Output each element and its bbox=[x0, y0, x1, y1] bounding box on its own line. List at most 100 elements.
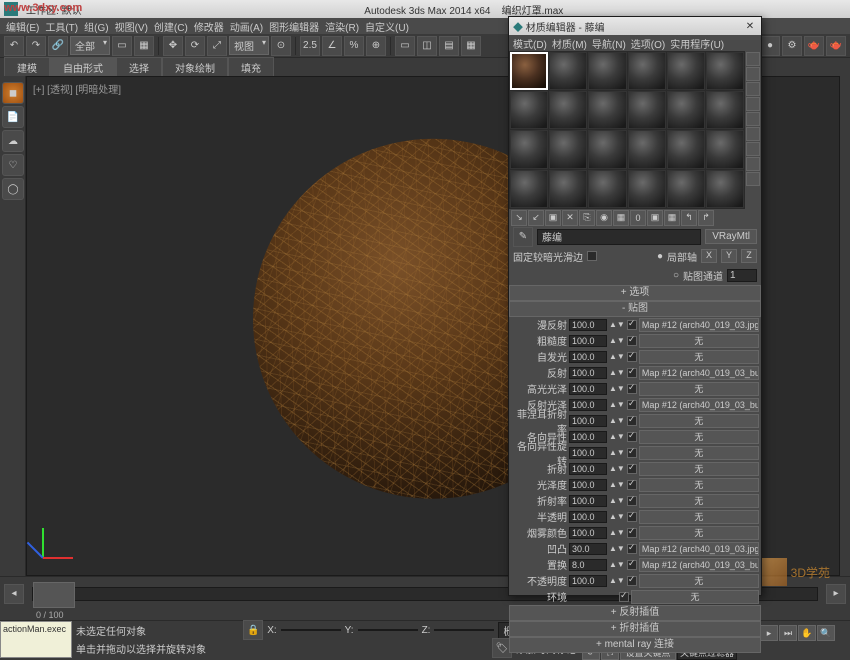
map-amount[interactable]: 100.0 bbox=[569, 575, 607, 587]
mat-menu-material[interactable]: 材质(M) bbox=[550, 36, 589, 51]
tab-modeling[interactable]: 建模 bbox=[4, 57, 50, 78]
map-amount[interactable]: 100.0 bbox=[569, 511, 607, 523]
align-icon[interactable]: ▤ bbox=[439, 36, 459, 56]
swatch[interactable] bbox=[549, 130, 587, 168]
map-amount[interactable]: 100.0 bbox=[569, 351, 607, 363]
viewport-label[interactable]: [+] [透视] [明暗处理] bbox=[33, 81, 121, 96]
scale-icon[interactable]: ⤢ bbox=[207, 36, 227, 56]
map-amount[interactable]: 100.0 bbox=[569, 399, 607, 411]
map-enable-check[interactable] bbox=[627, 320, 637, 330]
close-icon[interactable]: ✕ bbox=[743, 21, 757, 32]
menu-custom[interactable]: 自定义(U) bbox=[363, 19, 411, 34]
redo-icon[interactable]: ↷ bbox=[26, 36, 46, 56]
map-enable-check[interactable] bbox=[619, 592, 629, 602]
map-enable-check[interactable] bbox=[627, 400, 637, 410]
material-name-input[interactable] bbox=[537, 229, 701, 245]
coord-y[interactable] bbox=[358, 629, 418, 631]
maxscript-listener[interactable]: actionMan.exec bbox=[0, 621, 72, 658]
spinner-snap-icon[interactable]: ⊕ bbox=[366, 36, 386, 56]
mat-id-icon[interactable]: 0 bbox=[630, 210, 646, 226]
mat-menu-nav[interactable]: 导航(N) bbox=[590, 36, 628, 51]
section-refr-interp[interactable]: + 折射插值 bbox=[509, 621, 761, 637]
snap-icon[interactable]: 2.5 bbox=[300, 36, 320, 56]
map-amount[interactable]: 30.0 bbox=[569, 543, 607, 555]
map-slot-button[interactable]: Map #12 (arch40_019_03_bump.jpg) bbox=[639, 558, 759, 572]
swatch[interactable] bbox=[549, 91, 587, 129]
map-enable-check[interactable] bbox=[627, 384, 637, 394]
tab-freeform[interactable]: 自由形式 bbox=[50, 57, 116, 78]
axis-z-btn[interactable]: Z bbox=[741, 249, 757, 263]
map-slot-button[interactable]: 无 bbox=[639, 334, 759, 348]
section-maps[interactable]: - 贴图 bbox=[509, 301, 761, 317]
swatch-0[interactable] bbox=[510, 52, 548, 90]
link-icon[interactable]: 🔗 bbox=[48, 36, 68, 56]
fixed-dark-check[interactable] bbox=[587, 251, 597, 261]
menu-group[interactable]: 组(G) bbox=[82, 19, 110, 34]
show-end-icon[interactable]: ▦ bbox=[664, 210, 680, 226]
map-enable-check[interactable] bbox=[627, 496, 637, 506]
map-enable-check[interactable] bbox=[627, 528, 637, 538]
backlight-icon[interactable] bbox=[746, 67, 760, 81]
nav-zoom-icon[interactable]: 🔍 bbox=[817, 625, 835, 641]
swatch[interactable] bbox=[549, 52, 587, 90]
material-editor-icon[interactable]: ● bbox=[760, 36, 780, 56]
menu-render[interactable]: 渲染(R) bbox=[323, 19, 361, 34]
menu-modifiers[interactable]: 修改器 bbox=[192, 19, 226, 34]
layers-icon[interactable]: ▦ bbox=[461, 36, 481, 56]
pick-material-icon[interactable]: ✎ bbox=[513, 227, 533, 247]
move-icon[interactable]: ✥ bbox=[163, 36, 183, 56]
swatch[interactable] bbox=[588, 52, 626, 90]
material-type-button[interactable]: VRayMtl bbox=[705, 229, 757, 244]
angle-snap-icon[interactable]: ∠ bbox=[322, 36, 342, 56]
swatch[interactable] bbox=[628, 170, 666, 208]
menu-tools[interactable]: 工具(T) bbox=[43, 19, 80, 34]
map-enable-check[interactable] bbox=[627, 416, 637, 426]
swatch[interactable] bbox=[667, 170, 705, 208]
map-amount[interactable]: 100.0 bbox=[569, 367, 607, 379]
menu-edit[interactable]: 编辑(E) bbox=[4, 19, 41, 34]
map-slot-button[interactable]: 无 bbox=[639, 510, 759, 524]
map-slot-button[interactable]: 无 bbox=[631, 590, 759, 604]
map-amount[interactable]: 100.0 bbox=[569, 527, 607, 539]
menu-view[interactable]: 视图(V) bbox=[113, 19, 150, 34]
heart-icon[interactable]: ♡ bbox=[2, 154, 24, 176]
select-name-icon[interactable]: ▦ bbox=[134, 36, 154, 56]
swatch[interactable] bbox=[588, 130, 626, 168]
map-enable-check[interactable] bbox=[627, 560, 637, 570]
select-icon[interactable]: ▭ bbox=[112, 36, 132, 56]
map-enable-check[interactable] bbox=[627, 512, 637, 522]
map-slot-button[interactable]: 无 bbox=[639, 574, 759, 588]
mat-editor-titlebar[interactable]: ◆ 材质编辑器 - 藤编 ✕ bbox=[509, 17, 761, 35]
swatch[interactable] bbox=[510, 91, 548, 129]
swatch[interactable] bbox=[588, 91, 626, 129]
map-slot-button[interactable]: Map #12 (arch40_019_03_bump.jpg) bbox=[639, 366, 759, 380]
rotate-icon[interactable]: ⟳ bbox=[185, 36, 205, 56]
swatch[interactable] bbox=[588, 170, 626, 208]
map-amount[interactable]: 100.0 bbox=[569, 431, 607, 443]
menu-create[interactable]: 创建(C) bbox=[152, 19, 190, 34]
tab-selection[interactable]: 选择 bbox=[116, 57, 162, 78]
matmap-nav-icon[interactable] bbox=[746, 172, 760, 186]
map-enable-check[interactable] bbox=[627, 432, 637, 442]
map-enable-check[interactable] bbox=[627, 464, 637, 474]
map-slot-button[interactable]: Map #12 (arch40_019_03_bump.jpg) bbox=[639, 398, 759, 412]
get-material-icon[interactable]: ↘ bbox=[511, 210, 527, 226]
mirror-icon[interactable]: ◫ bbox=[417, 36, 437, 56]
map-slot-button[interactable]: 无 bbox=[639, 494, 759, 508]
map-slot-button[interactable]: Map #12 (arch40_019_03.jpg) bbox=[639, 542, 759, 556]
circle-icon[interactable]: ◯ bbox=[2, 178, 24, 200]
map-enable-check[interactable] bbox=[627, 448, 637, 458]
map-slot-button[interactable]: 无 bbox=[639, 382, 759, 396]
video-check-icon[interactable] bbox=[746, 112, 760, 126]
undo-icon[interactable]: ↶ bbox=[4, 36, 24, 56]
render-prod-icon[interactable]: 🫖 bbox=[826, 36, 846, 56]
map-slot-button[interactable]: 无 bbox=[639, 526, 759, 540]
axis-y-btn[interactable]: Y bbox=[721, 249, 737, 263]
goto-end-icon[interactable]: ⏭ bbox=[779, 625, 797, 641]
map-enable-check[interactable] bbox=[627, 480, 637, 490]
make-unique-icon[interactable]: ◉ bbox=[596, 210, 612, 226]
render-setup-icon[interactable]: ⚙ bbox=[782, 36, 802, 56]
swatch[interactable] bbox=[510, 130, 548, 168]
ref-coord-dropdown[interactable]: 视图 bbox=[229, 36, 269, 55]
map-amount[interactable]: 100.0 bbox=[569, 383, 607, 395]
